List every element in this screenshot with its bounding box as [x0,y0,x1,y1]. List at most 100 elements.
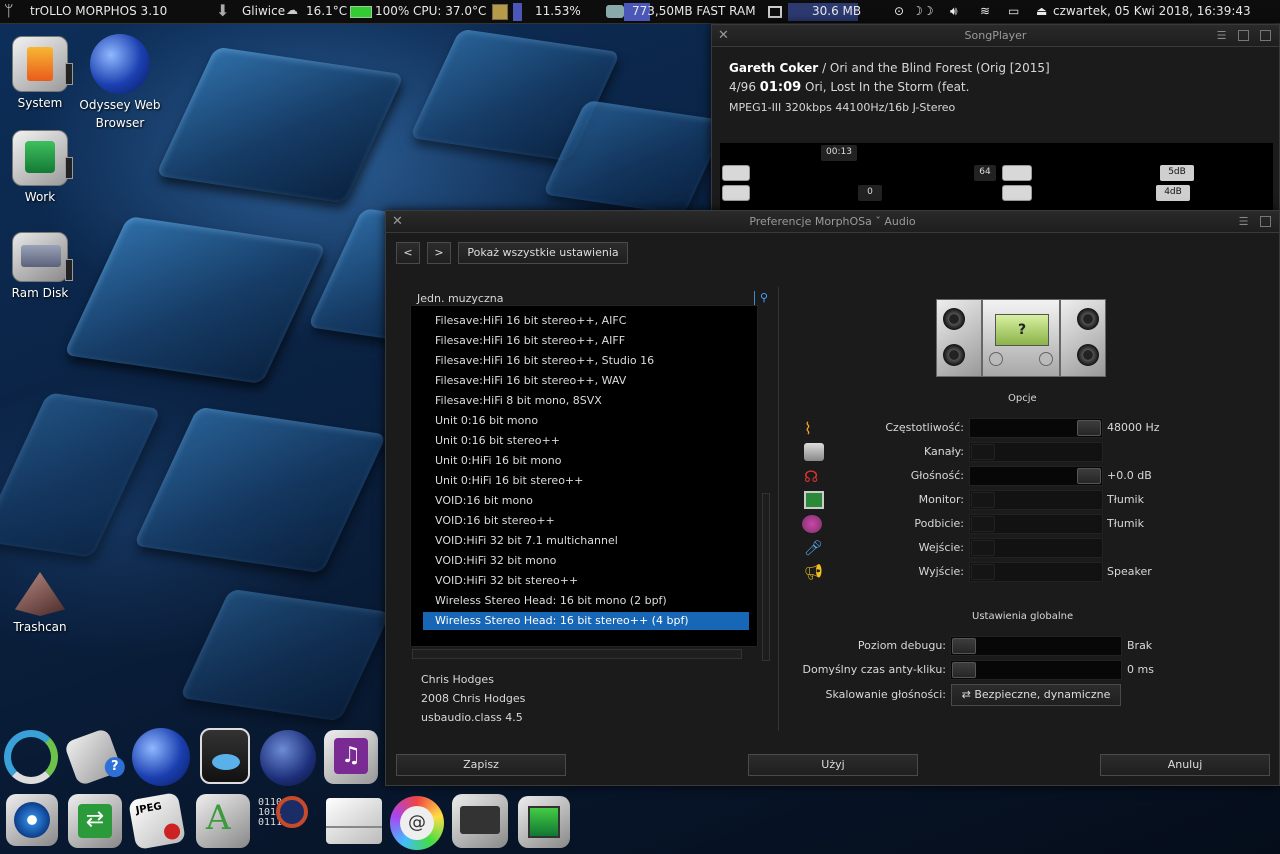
download-arrow-icon[interactable]: ⬇ [216,1,229,20]
list-item[interactable]: Filesave:HiFi 16 bit stereo++, WAV [423,372,749,390]
list-item[interactable]: VOID:HiFi 32 bit mono [423,552,749,570]
slider-knob[interactable] [1077,468,1101,484]
desktop-icon-odyssey[interactable]: Odyssey Web Browser [75,34,165,132]
slider-knob[interactable] [971,444,995,460]
player-control-panel: 00:13 64 0 5dB 4dB [720,143,1273,215]
desktop-icon-label: Trashcan [13,620,67,634]
boost-slider[interactable] [969,514,1103,534]
slider-knob[interactable] [1077,420,1101,436]
nav-back-button[interactable]: < [396,242,420,264]
desktop-icon-label: Ram Disk [11,286,69,300]
dock-binary-search-icon[interactable]: 0110 1011 0111 [258,792,318,850]
desktop-icon-system[interactable]: System [0,36,85,110]
track-position: 4/96 [729,80,756,94]
prefs-titlebar[interactable]: ✕ Preferencje MorphOSa ˇ Audio ☰ [386,211,1279,233]
list-item[interactable]: Unit 0:16 bit mono [423,412,749,430]
dock-disc-icon[interactable] [6,794,58,846]
dock-jpeg-icon[interactable]: JPEG [128,792,186,850]
list-item[interactable]: Filesave:HiFi 16 bit stereo++, Studio 16 [423,352,749,370]
dock-network-globe-icon[interactable] [260,730,316,786]
debug-level-slider[interactable] [950,636,1122,656]
dock-video-player-icon[interactable] [200,728,250,784]
app-title: trOLLO MORPHOS 3.10 [30,4,168,18]
headphones-icon: ☊ [804,467,819,486]
list-item[interactable]: VOID:16 bit stereo++ [423,512,749,530]
desktop-icon-ramdisk[interactable]: Ram Disk [0,226,85,300]
volume-scaling-cycle-button[interactable]: ⇄ Bezpieczne, dynamiczne [951,684,1121,706]
list-item[interactable]: VOID:16 bit mono [423,492,749,510]
slider-knob[interactable] [971,492,995,508]
list-item[interactable]: VOID:HiFi 32 bit 7.1 multichannel [423,532,749,550]
audio-preferences-window: ✕ Preferencje MorphOSa ˇ Audio ☰ < > Pok… [385,210,1280,786]
search-icon[interactable]: ⚲ [760,291,768,304]
screen-icon[interactable]: ▭ [1008,4,1019,18]
dock-mail-icon[interactable] [326,798,382,844]
dock-ring-icon[interactable] [4,730,58,784]
zoom-icon[interactable] [1238,30,1249,41]
option-label: Monitor: [918,493,964,506]
dock-editor-icon[interactable] [452,794,508,848]
mail-button-icon[interactable] [722,185,750,201]
volume-slider[interactable] [969,466,1103,486]
driver-copyright: 2008 Chris Hodges [421,692,526,705]
list-item[interactable]: Unit 0:HiFi 16 bit stereo++ [423,472,749,490]
anticlick-slider[interactable] [950,660,1122,680]
wifi-icon[interactable]: ≋ [980,4,990,18]
slider-knob[interactable] [952,638,976,654]
output-cycle[interactable] [969,562,1103,582]
weather-cloud-icon: ☁ [286,3,298,17]
nav-forward-button[interactable]: > [427,242,451,264]
bass-clef-button-icon[interactable] [1002,185,1032,201]
slider-knob[interactable] [971,564,995,580]
iconify-icon[interactable]: ☰ [1238,211,1249,228]
songplayer-titlebar[interactable]: ✕ SongPlayer ☰ [712,25,1279,47]
save-button[interactable]: Zapisz [396,754,566,776]
use-button[interactable]: Użyj [748,754,918,776]
list-scrollbar[interactable] [762,493,770,661]
show-all-settings-button[interactable]: Pokaż wszystkie ustawienia [458,242,628,264]
list-horizontal-scrollbar[interactable] [412,649,742,659]
slider-knob[interactable] [971,516,995,532]
close-icon[interactable]: ✕ [718,25,729,46]
wallpaper-cube [179,588,391,722]
dock-at-email-icon[interactable]: @ [390,796,444,850]
depth-icon[interactable] [1260,30,1271,41]
depth-icon[interactable] [1260,216,1271,227]
slider-knob[interactable] [952,662,976,678]
volume-icon[interactable]: 🔊︎ [950,4,958,19]
dock-music-icon[interactable]: ♫ [324,730,378,784]
song-album: / Ori and the Blind Forest (Orig [2015] [822,61,1050,75]
option-label: Podbicie: [914,517,964,530]
dock-transfer-icon[interactable]: ⇄ [68,794,122,848]
list-item[interactable]: Filesave:HiFi 16 bit stereo++, AIFF [423,332,749,350]
morphos-logo-icon[interactable]: ᛘ [4,1,14,20]
search-icon[interactable]: ⊙ [894,4,904,18]
input-cycle[interactable] [969,538,1103,558]
iconify-icon[interactable]: ☰ [1216,25,1227,42]
close-icon[interactable]: ✕ [392,211,403,232]
dock-font-icon[interactable]: A [196,794,250,848]
list-item[interactable]: Unit 0:16 bit stereo++ [423,432,749,450]
list-item[interactable]: Wireless Stereo Head: 16 bit mono (2 bpf… [423,592,749,610]
eject-icon[interactable]: ⏏ [1036,4,1047,18]
cancel-button[interactable]: Anuluj [1100,754,1270,776]
list-item[interactable]: Wireless Stereo Head: 16 bit stereo++ (4… [423,612,749,630]
treble-clef-button-icon[interactable] [1002,165,1032,181]
list-item[interactable]: Unit 0:HiFi 16 bit mono [423,452,749,470]
audio-mode-list[interactable]: Filesave:HiFi 16 bit stereo++, AIFC Files… [410,305,758,647]
frequency-slider[interactable] [969,418,1103,438]
channels-cycle[interactable] [969,442,1103,462]
driver-author: Chris Hodges [421,673,494,686]
option-value: Tłumik [1107,517,1144,530]
temperature-label: 16.1°C [306,4,348,18]
list-item[interactable]: Filesave:HiFi 16 bit stereo++, AIFC [423,312,749,330]
slider-knob[interactable] [971,540,995,556]
desktop-icon-trashcan[interactable]: Trashcan [0,568,85,634]
dock-green-screen-icon[interactable] [518,796,570,848]
desktop-icon-work[interactable]: Work [0,130,85,204]
list-item[interactable]: Filesave:HiFi 8 bit mono, 8SVX [423,392,749,410]
dock-globe-icon[interactable] [132,728,190,786]
volume-button-icon[interactable] [722,165,750,181]
monitor-slider[interactable] [969,490,1103,510]
list-item[interactable]: VOID:HiFi 32 bit stereo++ [423,572,749,590]
